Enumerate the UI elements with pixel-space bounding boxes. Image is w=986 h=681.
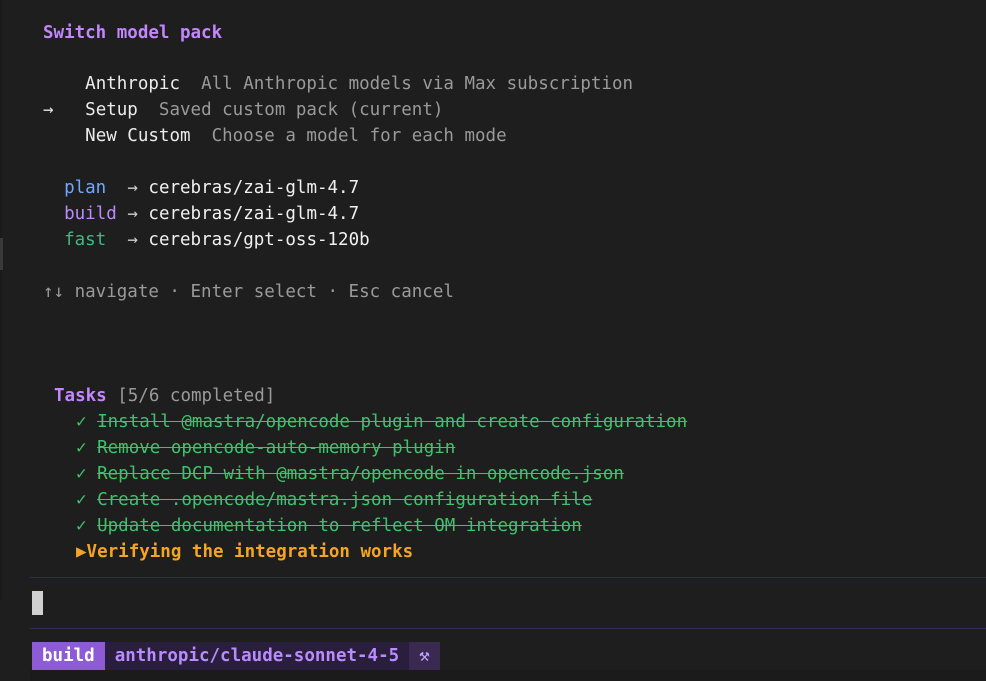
mode-badge[interactable]: build [32,642,105,670]
selection-arrow-icon: → [43,100,54,120]
check-icon: ✓ [76,464,87,484]
pack-name: Anthropic [85,74,180,94]
check-icon: ✓ [76,490,87,510]
hammer-pick-icon[interactable]: ⚒ [409,642,440,670]
bottom-strip [30,670,986,681]
arrow-icon: → [127,230,138,250]
pack-name: Setup [85,100,138,120]
pack-name: New Custom [85,126,191,146]
mode-model: cerebras/zai-glm-4.7 [148,204,360,224]
tasks-header: Tasks [5/6 completed] [54,383,275,409]
task-item-active: ▶Verifying the integration works [76,539,413,565]
mode-row-plan: plan → cerebras/zai-glm-4.7 [43,175,359,201]
task-item: ✓ Update documentation to reflect OM int… [76,513,582,539]
task-text: Update documentation to reflect OM integ… [97,516,582,536]
pack-description: Saved custom pack (current) [158,100,444,120]
pack-option-new-custom[interactable]: New Custom Choose a model for each mode [43,123,507,149]
play-icon: ▶ [76,542,87,562]
input-separator-bottom [30,628,986,629]
pack-option-setup[interactable]: → Setup Saved custom pack (current) [43,97,443,123]
left-gutter [0,0,2,600]
arrow-icon: → [127,178,138,198]
keyboard-hint: ↑↓ navigate · Enter select · Esc cancel [43,282,454,302]
pack-description: Choose a model for each mode [211,126,507,146]
task-item: ✓ Create .opencode/mastra.json configura… [76,487,592,513]
tasks-count: [5/6 completed] [117,386,276,406]
pack-option-anthropic[interactable]: Anthropic All Anthropic models via Max s… [43,71,633,97]
task-item: ✓ Replace DCP with @mastra/opencode in o… [76,461,624,487]
mode-row-build: build → cerebras/zai-glm-4.7 [43,201,359,227]
mode-label: plan [64,178,107,198]
pack-description: All Anthropic models via Max subscriptio… [201,74,634,94]
mode-row-fast: fast → cerebras/gpt-oss-120b [43,227,370,253]
mode-label: fast [64,230,107,250]
task-item: ✓ Remove opencode-auto-memory plugin [76,435,455,461]
input-separator-top [30,577,986,578]
task-text: Remove opencode-auto-memory plugin [97,438,456,458]
check-icon: ✓ [76,516,87,536]
status-bar: build anthropic/claude-sonnet-4-5 ⚒ [32,642,440,670]
mode-label: build [64,204,117,224]
check-icon: ✓ [76,412,87,432]
model-badge[interactable]: anthropic/claude-sonnet-4-5 [104,642,410,670]
picker-title: Switch model pack [43,23,223,43]
text-cursor[interactable] [32,591,43,615]
task-text: Replace DCP with @mastra/opencode in ope… [97,464,624,484]
scroll-indicator[interactable] [0,238,3,270]
task-text: Create .opencode/mastra.json configurati… [97,490,593,510]
mode-model: cerebras/zai-glm-4.7 [148,178,360,198]
arrow-icon: → [127,204,138,224]
mode-model: cerebras/gpt-oss-120b [148,230,370,250]
check-icon: ✓ [76,438,87,458]
tasks-title: Tasks [54,386,107,406]
task-item: ✓ Install @mastra/opencode plugin and cr… [76,409,687,435]
task-text: Install @mastra/opencode plugin and crea… [97,412,688,432]
task-text: Verifying the integration works [86,542,414,562]
